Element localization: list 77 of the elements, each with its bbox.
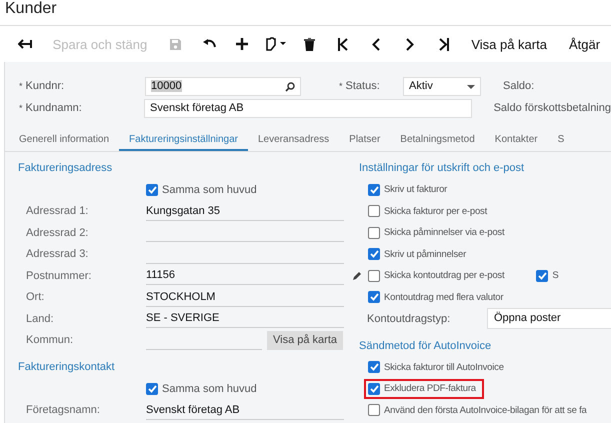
field-label: Adressrad 3: [25, 248, 90, 260]
checkbox[interactable] [368, 226, 380, 239]
field-label: Postnummer: [25, 270, 92, 282]
checkbox-label: Skicka kontoutdrag per e-post [384, 270, 504, 282]
text-field[interactable]: SE - SVERIGE [146, 309, 344, 328]
checkbox[interactable] [146, 382, 158, 395]
field-label: Kommun: [25, 334, 74, 346]
trash-icon [304, 38, 315, 50]
field-label: Adressrad 2: [25, 226, 90, 239]
clipboard-icon [264, 37, 287, 51]
checkbox[interactable] [368, 270, 380, 282]
back-arrow-icon [18, 38, 32, 50]
checkbox-label: Skicka fakturor per e-post [384, 206, 488, 217]
chevron-right-icon [406, 38, 414, 50]
tab[interactable]: Leveransadress [248, 130, 340, 151]
plus-icon [236, 38, 248, 50]
checkbox[interactable] [368, 361, 380, 374]
field-label: Saldo: [503, 80, 534, 92]
section-heading: Faktureringskontakt [18, 360, 116, 375]
search-icon[interactable] [285, 82, 295, 92]
checkbox[interactable] [368, 205, 380, 218]
checkbox[interactable] [368, 404, 380, 416]
checkbox-label: Skriv ut påminnelser [384, 248, 466, 260]
checkbox-label: Samma som huvud [162, 184, 257, 196]
customer-name-field[interactable]: Svenskt företag AB [144, 98, 472, 118]
pencil-icon[interactable] [352, 270, 362, 281]
field-label: Kundnr: [26, 80, 64, 92]
customer-number-field[interactable]: 10000 [145, 76, 301, 96]
checkbox[interactable] [536, 270, 548, 282]
field-label: Saldo förskottsbetalning [494, 102, 611, 114]
chevron-left-icon [372, 38, 380, 50]
checkbox-label: Skicka påminnelser via e-post [384, 227, 504, 238]
last-icon [438, 38, 450, 50]
toolbar-button[interactable]: Åtgär [558, 31, 611, 57]
tab[interactable]: Faktureringsinställningar [119, 130, 248, 151]
field-label: Ort: [25, 291, 46, 304]
text-field[interactable]: STOCKHOLM [146, 288, 344, 307]
checkbox-label: Exkludera PDF-faktura [384, 383, 476, 394]
status-dropdown[interactable]: Aktiv [403, 76, 481, 96]
statement-type-dropdown[interactable]: Öppna poster [487, 308, 611, 330]
section-heading: Sändmetod för AutoInvoice [359, 338, 492, 354]
checkbox[interactable] [368, 184, 380, 196]
checkbox[interactable] [368, 382, 380, 395]
checkbox[interactable] [368, 291, 380, 304]
section-heading: Faktureringsadress [18, 161, 114, 176]
checkbox[interactable] [146, 184, 158, 196]
checkbox-label: Samma som huvud [162, 382, 257, 395]
field-label: Kontoutdragstyp: [367, 312, 452, 325]
checkbox[interactable] [368, 248, 380, 260]
field-label: Land: [25, 312, 55, 325]
required-mark: * [339, 81, 343, 91]
required-mark: * [19, 103, 23, 113]
toolbar-button[interactable]: Visa på karta [460, 31, 558, 57]
caret-icon [467, 84, 475, 88]
show-on-map-button[interactable]: Visa på karta [267, 330, 344, 350]
first-icon [336, 38, 349, 50]
text-field[interactable]: Kungsgatan 35 [146, 202, 344, 221]
tab[interactable]: Platser [339, 130, 390, 151]
checkbox-label: Skriv ut fakturor [384, 184, 448, 196]
text-field[interactable]: Svenskt företag AB [146, 400, 344, 420]
required-mark: * [19, 81, 23, 91]
field-label: Företagsnamn: [25, 404, 101, 416]
checkbox-label: Skicka fakturor till AutoInvoice [384, 362, 504, 373]
checkbox-label: Använd den första AutoInvoice-bilagan för att se fa [384, 404, 587, 416]
field-label: Adressrad 1: [25, 205, 90, 218]
tab[interactable]: Generell information [5, 130, 120, 151]
tab[interactable]: Betalningsmetod [390, 130, 485, 151]
tab[interactable]: S [548, 130, 574, 151]
text-field[interactable]: 11156 [146, 266, 344, 286]
field-label: Kundnamn: [26, 102, 82, 114]
undo-icon [202, 39, 216, 49]
checkbox-label: S [552, 270, 559, 282]
page-title: Kunder [0, 0, 611, 26]
checkbox-label: Kontoutdrag med flera valutor [384, 292, 504, 303]
section-heading: Inställningar för utskrift och e-post [359, 161, 526, 176]
field-label: Status: [346, 80, 380, 92]
tab[interactable]: Kontakter [484, 130, 548, 151]
